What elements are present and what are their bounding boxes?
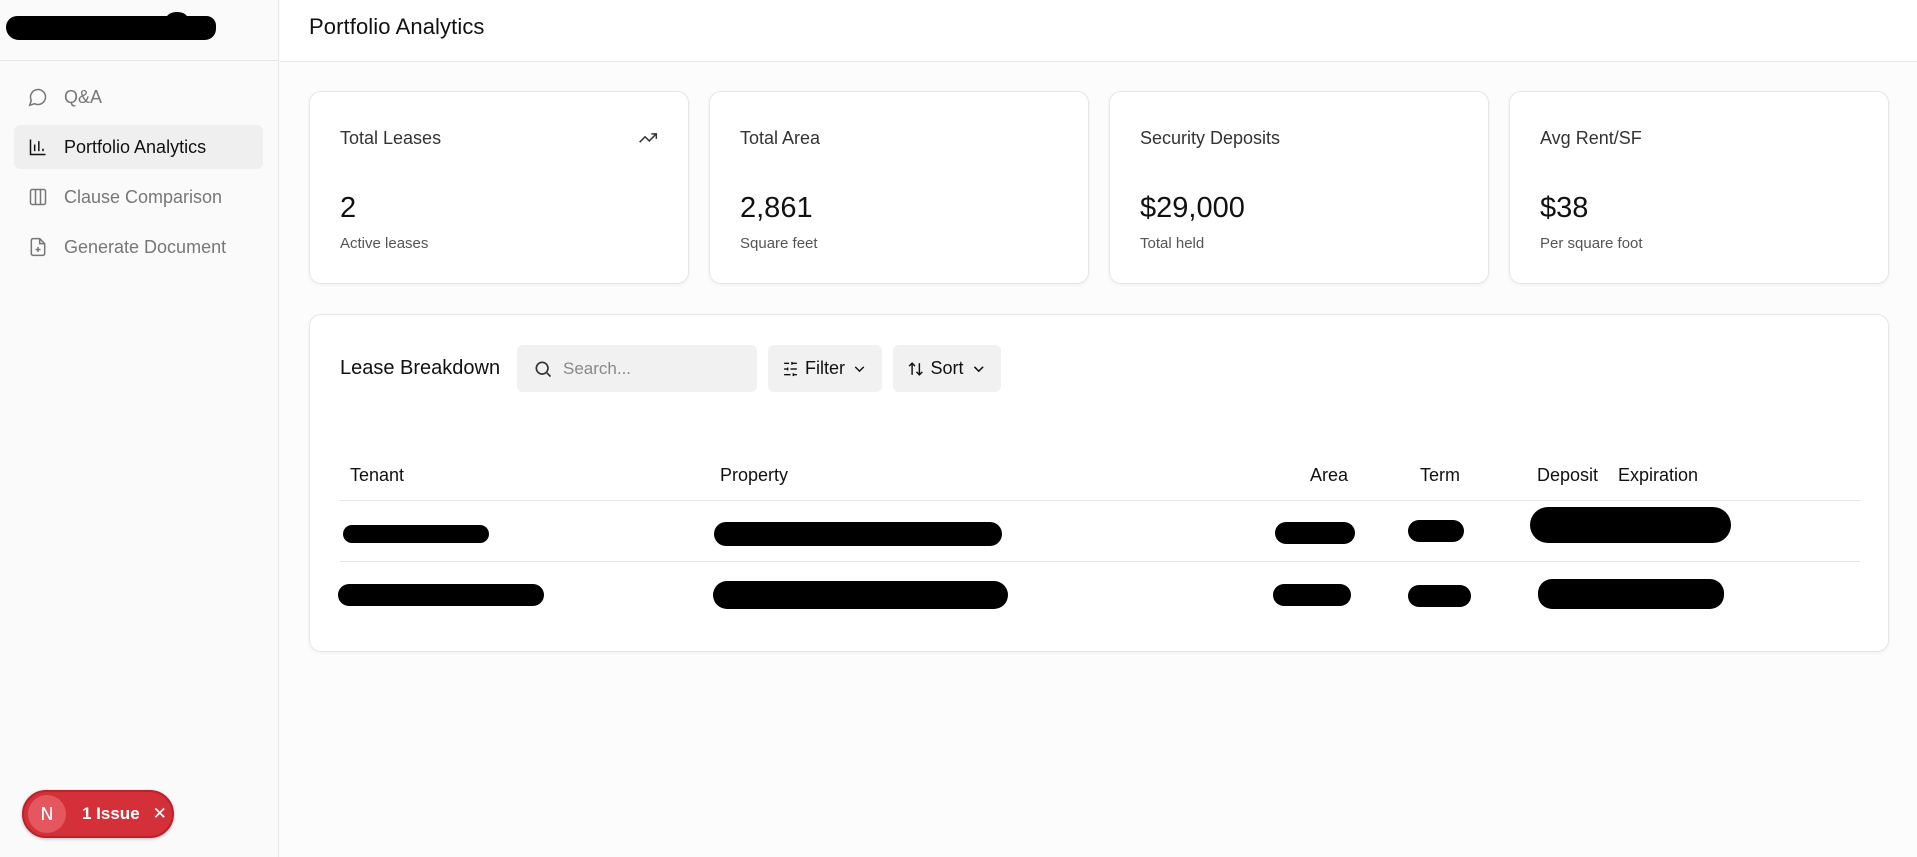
chat-bubble-icon [28, 87, 48, 107]
redacted-deposit-expiration [1530, 507, 1731, 543]
redacted-property [714, 522, 1002, 546]
stat-card-security-deposits: Security Deposits $29,000 Total held [1109, 91, 1489, 284]
column-header-area[interactable]: Area [1310, 465, 1348, 486]
stat-subtitle: Total held [1140, 235, 1205, 252]
stat-subtitle: Square feet [740, 235, 818, 252]
filter-button[interactable]: Filter [768, 345, 882, 392]
bar-chart-icon [28, 137, 48, 157]
sidebar-item-generate-document[interactable]: Generate Document [14, 225, 263, 269]
stat-label: Avg Rent/SF [1540, 128, 1642, 148]
stat-card-total-leases: Total Leases 2 Active leases [309, 91, 689, 284]
sidebar-item-portfolio-analytics[interactable]: Portfolio Analytics [14, 125, 263, 169]
close-icon[interactable]: ✕ [153, 804, 167, 824]
dev-issues-badge[interactable]: N 1 Issue ✕ [22, 790, 174, 838]
sort-arrows-icon [908, 361, 923, 376]
stat-subtitle: Active leases [340, 235, 429, 252]
redacted-area [1275, 522, 1355, 544]
column-header-deposit[interactable]: Deposit [1537, 465, 1598, 486]
stat-subtitle: Per square foot [1540, 235, 1643, 252]
framework-logo-icon: N [28, 795, 66, 833]
sidebar-item-clause-comparison[interactable]: Clause Comparison [14, 175, 263, 219]
redacted-property [713, 581, 1008, 609]
stat-label: Security Deposits [1140, 128, 1281, 148]
column-header-tenant[interactable]: Tenant [350, 465, 404, 486]
sort-button[interactable]: Sort [893, 345, 1001, 392]
chevron-down-icon [854, 365, 865, 372]
header-divider [340, 500, 1860, 501]
sidebar-item-label: Q&A [64, 86, 103, 107]
column-header-expiration[interactable]: Expiration [1618, 465, 1698, 486]
sidebar-item-label: Generate Document [64, 236, 227, 257]
logo-area [0, 0, 278, 61]
sidebar: Q&A Portfolio Analytics Clause Compariso… [0, 0, 279, 857]
file-plus-icon [28, 237, 48, 257]
search-input[interactable] [563, 358, 743, 379]
stat-cards: Total Leases 2 Active leases Total Area … [309, 91, 1889, 284]
lease-breakdown-title: Lease Breakdown [340, 357, 501, 379]
column-header-term[interactable]: Term [1420, 465, 1460, 486]
filter-label: Filter [805, 358, 845, 378]
redacted-tenant [343, 525, 489, 543]
redacted-logo [6, 12, 216, 40]
stat-label: Total Area [740, 128, 821, 148]
stat-card-avg-rent: Avg Rent/SF $38 Per square foot [1509, 91, 1889, 284]
redacted-tenant [338, 584, 544, 606]
column-header-property[interactable]: Property [720, 465, 788, 486]
stat-value: 2,861 [740, 192, 813, 224]
top-bar: Portfolio Analytics [280, 0, 1917, 62]
redacted-term [1408, 585, 1471, 607]
trending-up-icon [638, 128, 658, 148]
search-icon [533, 359, 553, 379]
sort-label: Sort [930, 358, 964, 378]
lease-breakdown-card: Lease Breakdown Filter Sort Tenant Prope… [309, 314, 1889, 652]
sidebar-nav: Q&A Portfolio Analytics Clause Compariso… [0, 61, 278, 269]
redacted-term [1408, 520, 1464, 542]
sliders-icon [784, 361, 797, 376]
chevron-down-icon [973, 365, 984, 372]
sidebar-item-label: Clause Comparison [64, 186, 223, 207]
stat-value: $29,000 [1140, 192, 1245, 224]
stat-value: 2 [340, 192, 357, 224]
search-box[interactable] [517, 345, 757, 392]
sidebar-item-qa[interactable]: Q&A [14, 75, 263, 119]
issue-count-label: 1 Issue [82, 804, 140, 823]
row-divider [340, 561, 1860, 562]
redacted-area [1273, 584, 1351, 606]
sidebar-item-label: Portfolio Analytics [64, 136, 207, 157]
stat-card-total-area: Total Area 2,861 Square feet [709, 91, 1089, 284]
page-title: Portfolio Analytics [309, 14, 485, 39]
redacted-deposit-expiration [1538, 579, 1724, 609]
stat-value: $38 [1540, 192, 1589, 224]
columns-icon [28, 187, 48, 207]
stat-label: Total Leases [340, 128, 442, 148]
